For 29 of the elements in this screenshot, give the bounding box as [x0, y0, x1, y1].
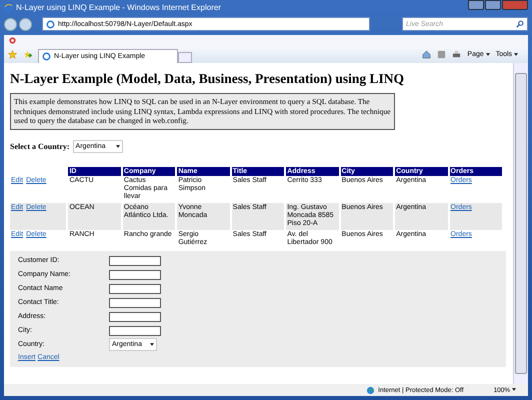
globe-icon	[366, 386, 376, 394]
search-icon	[516, 20, 524, 28]
caret-icon	[150, 343, 154, 346]
caret-icon	[512, 388, 516, 392]
caret-icon	[116, 144, 120, 148]
input-field[interactable]	[109, 256, 161, 266]
home-icon[interactable]	[422, 50, 432, 59]
input-field[interactable]	[109, 298, 161, 308]
close-button[interactable]	[502, 0, 528, 10]
scrollbar[interactable]	[513, 63, 528, 384]
country-label: Select a Country:	[10, 142, 70, 150]
browser-logo-icon	[4, 3, 13, 12]
caret-icon	[486, 52, 490, 56]
caret-icon	[514, 52, 518, 56]
input-field[interactable]	[109, 312, 161, 322]
add-favorite-icon[interactable]	[23, 50, 32, 59]
input-field[interactable]	[109, 326, 161, 336]
forward-button[interactable]	[19, 18, 32, 30]
favorites-star-icon[interactable]	[8, 50, 17, 59]
window-title: N-Layer using LINQ Example - Windows Internet Explorer	[16, 3, 222, 12]
page-heading: N-Layer Example (Model, Data, Business, Presentation) using LINQ	[10, 71, 406, 87]
printer-icon[interactable]	[452, 50, 462, 59]
input-field[interactable]	[109, 284, 161, 294]
maximize-button[interactable]	[485, 0, 501, 10]
minimize-button[interactable]	[468, 0, 484, 10]
input-field[interactable]	[109, 270, 161, 280]
back-button[interactable]	[4, 18, 17, 30]
page-icon	[42, 52, 51, 61]
page-icon	[46, 20, 55, 28]
